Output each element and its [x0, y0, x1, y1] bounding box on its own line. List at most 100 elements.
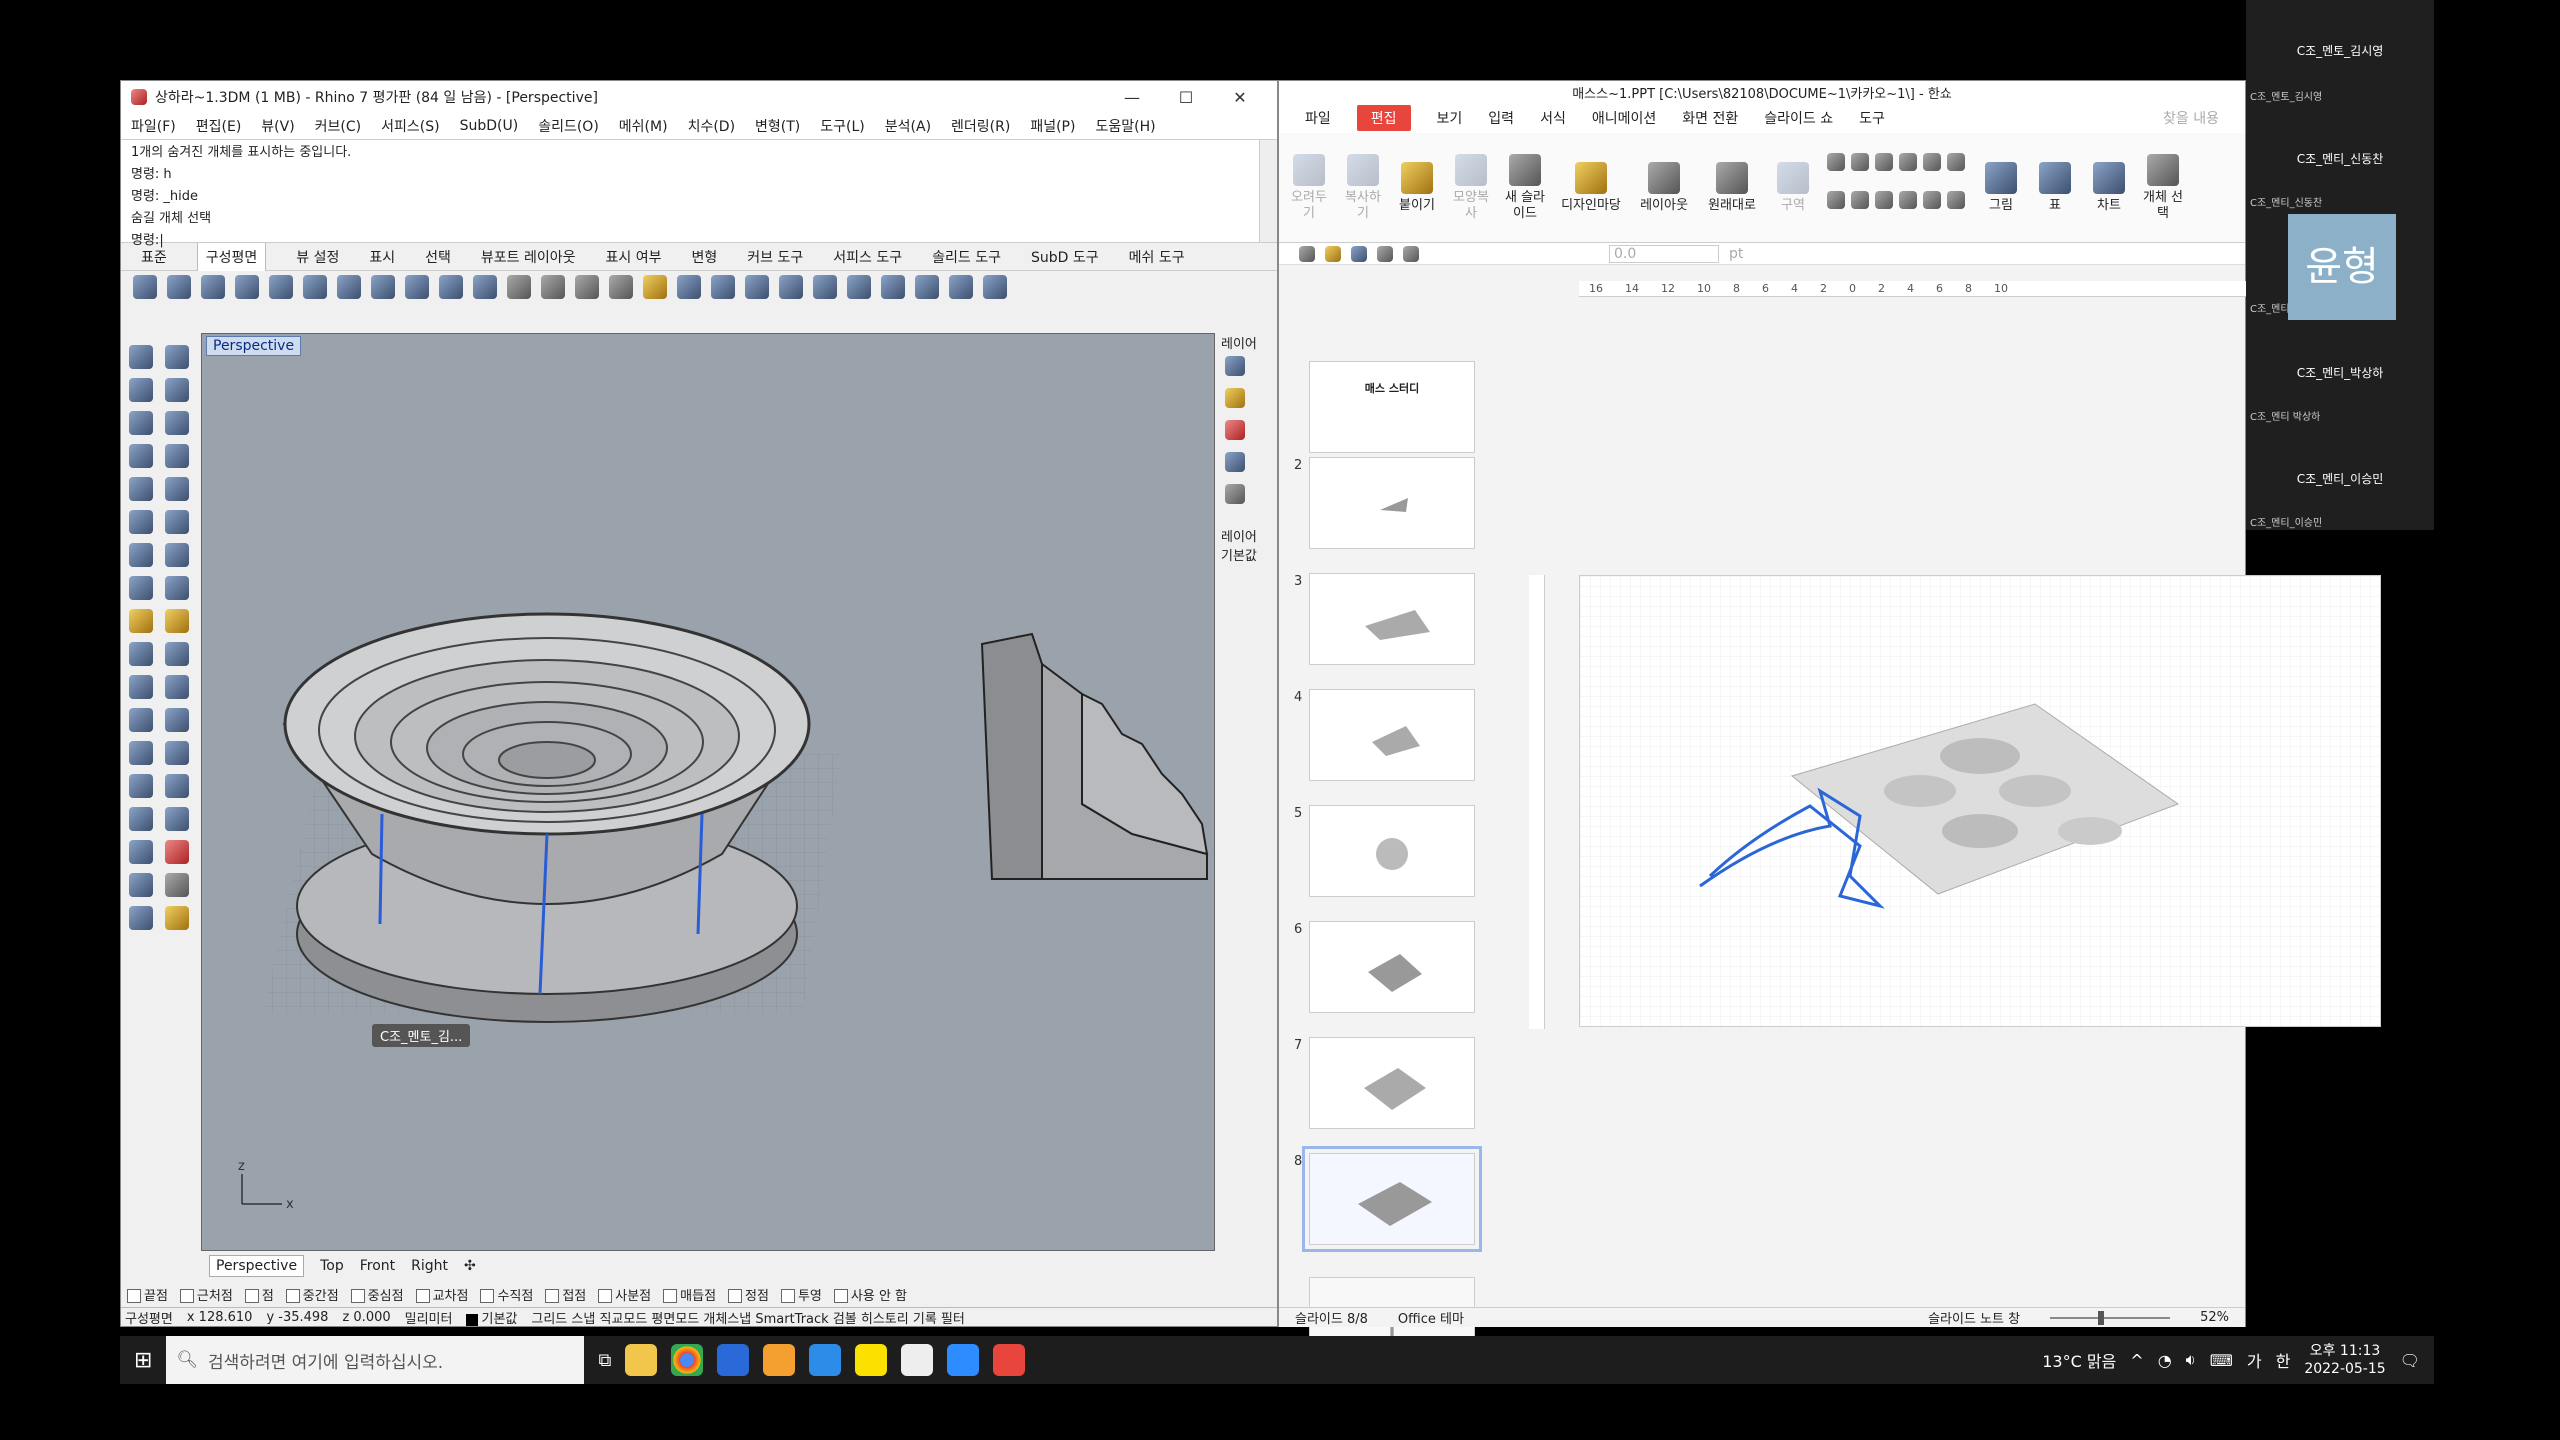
osnap-knot[interactable]: 매듭점 — [663, 1285, 716, 1304]
select-object-button[interactable]: 개체 선택 — [2143, 153, 2183, 222]
boolean-tool-icon[interactable] — [129, 609, 153, 633]
osnap-end[interactable]: 끝점 — [127, 1285, 168, 1304]
osnap-near[interactable]: 근처점 — [179, 1285, 233, 1304]
surface-tool-icon[interactable] — [165, 510, 189, 534]
hanshow-taskbar-icon[interactable] — [993, 1344, 1026, 1376]
file-explorer-icon[interactable] — [625, 1344, 658, 1376]
design-button[interactable]: 디자인마당 — [1559, 161, 1623, 214]
osnap-project[interactable]: 투영 — [780, 1285, 822, 1304]
line-tool-icon[interactable] — [129, 378, 153, 402]
join-tool-icon[interactable] — [165, 675, 189, 699]
vptab-top[interactable]: Top — [320, 1258, 344, 1274]
rhino-taskbar-icon[interactable] — [901, 1344, 934, 1376]
fillet-curve-icon[interactable] — [165, 708, 189, 732]
close-icon[interactable]: ✕ — [1213, 88, 1267, 107]
osnap-center[interactable]: 중심점 — [350, 1285, 404, 1304]
cplane-tool-icon[interactable] — [473, 275, 497, 299]
cplane-tool-icon[interactable] — [745, 275, 769, 299]
minimize-icon[interactable]: — — [1105, 88, 1159, 107]
osnap-mid[interactable]: 중간점 — [285, 1285, 339, 1304]
status-modes[interactable]: 그리드 스냅 직교모드 평면모드 개체스냅 SmartTrack 검볼 히스토리… — [531, 1308, 964, 1327]
avatar[interactable]: 윤형 — [2288, 214, 2396, 320]
offset-tool-icon[interactable] — [129, 708, 153, 732]
maximize-icon[interactable]: ☐ — [1159, 88, 1213, 107]
cplane-tool-icon[interactable] — [915, 275, 939, 299]
new-doc-icon[interactable] — [1299, 245, 1315, 262]
cplane-tool-icon[interactable] — [507, 275, 531, 299]
zoom-icon[interactable] — [947, 1344, 980, 1376]
cplane-tool-icon[interactable] — [779, 275, 803, 299]
vptab-perspective[interactable]: Perspective — [209, 1255, 305, 1277]
light-icon[interactable] — [1225, 452, 1245, 472]
menu-format[interactable]: 서식 — [1540, 108, 1566, 128]
mesh-tool-icon[interactable] — [165, 576, 189, 600]
font-size-input[interactable]: 0.0 — [1609, 244, 1719, 263]
shapes-gallery[interactable] — [1827, 152, 1967, 223]
chart-button[interactable]: 차트 — [2089, 161, 2129, 214]
new-slide-button[interactable]: 새 슬라이드 — [1505, 153, 1545, 222]
menu-edit[interactable]: 편집(E) — [196, 116, 242, 136]
table-button[interactable]: 표 — [2035, 161, 2075, 214]
cplane-tool-icon[interactable] — [337, 275, 361, 299]
add-tab-icon[interactable]: ✣ — [464, 1258, 476, 1274]
osnap-disable[interactable]: 사용 안 함 — [833, 1285, 907, 1304]
pattern-tool-icon[interactable] — [129, 840, 153, 864]
task-view-icon[interactable]: ⧉ — [598, 1350, 611, 1371]
menu-view[interactable]: 뷰(V) — [261, 116, 294, 136]
slide-thumb-1[interactable]: 매스 스터디 — [1309, 361, 1475, 453]
menu-animation[interactable]: 애니메이션 — [1592, 108, 1656, 128]
ime-mode[interactable]: 한 — [2276, 1348, 2291, 1372]
cplane-tool-icon[interactable] — [847, 275, 871, 299]
slide-thumb-6[interactable]: 6 — [1294, 921, 1475, 1013]
rectangle-tool-icon[interactable] — [165, 444, 189, 468]
cplane-tool-icon[interactable] — [167, 275, 191, 299]
cplane-tool-icon[interactable] — [439, 275, 463, 299]
material-icon[interactable] — [1225, 420, 1245, 440]
volume-icon[interactable]: 🔉︎ — [2186, 1350, 2196, 1370]
extrude-tool-icon[interactable] — [129, 576, 153, 600]
menu-help[interactable]: 도움말(H) — [1095, 116, 1155, 136]
save-icon[interactable] — [1351, 245, 1367, 262]
notification-icon[interactable]: 🗨︎ — [2400, 1351, 2420, 1370]
ellipse-tool-icon[interactable] — [129, 477, 153, 501]
taskbar-search[interactable]: 🔍︎ 검색하려면 여기에 입력하십시오. — [166, 1336, 585, 1384]
app-icon[interactable] — [763, 1344, 796, 1376]
cplane-tool-icon[interactable] — [541, 275, 565, 299]
check-icon[interactable] — [165, 873, 189, 897]
slide-thumb-8[interactable]: 8 — [1294, 1146, 1482, 1252]
cplane-tool-icon[interactable] — [609, 275, 633, 299]
notes-toggle[interactable]: 슬라이드 노트 창 — [1928, 1308, 2020, 1327]
perspective-viewport[interactable]: Perspective z x C조_멘토_김... — [201, 333, 1215, 1251]
cplane-tool-icon[interactable] — [405, 275, 429, 299]
trim-tool-icon[interactable] — [129, 642, 153, 666]
menu-edit[interactable]: 편집 — [1356, 105, 1411, 131]
move-tool-icon[interactable] — [165, 774, 189, 798]
menu-surface[interactable]: 서피스(S) — [381, 116, 439, 136]
array-tool-icon[interactable] — [129, 774, 153, 798]
ime-indicator[interactable]: 가 — [2247, 1348, 2262, 1372]
open-icon[interactable] — [1325, 245, 1341, 262]
polygon-tool-icon[interactable] — [129, 444, 153, 468]
app-icon[interactable] — [809, 1344, 842, 1376]
cplane-tool-icon[interactable] — [949, 275, 973, 299]
select-tool-icon[interactable] — [129, 345, 153, 369]
osnap-vertex[interactable]: 정점 — [728, 1285, 769, 1304]
paint-tool-icon[interactable] — [165, 906, 189, 930]
menu-analyze[interactable]: 분석(A) — [885, 116, 931, 136]
command-input[interactable]: 명령:| — [131, 230, 1267, 252]
menu-dimension[interactable]: 치수(D) — [688, 116, 735, 136]
camera-tool-icon[interactable] — [129, 906, 153, 930]
windows-start-icon[interactable]: ⊞ — [134, 1348, 152, 1373]
cplane-tool-icon[interactable] — [235, 275, 259, 299]
slide-thumb-3[interactable]: 3 — [1294, 573, 1475, 665]
menu-subd[interactable]: SubD(U) — [460, 118, 519, 134]
slide-thumb-4[interactable]: 4 — [1294, 689, 1475, 781]
menu-tools[interactable]: 도구 — [1859, 108, 1885, 128]
analyze-tool-icon[interactable] — [165, 840, 189, 864]
grid-tool-icon[interactable] — [165, 807, 189, 831]
network-icon[interactable]: ◔ — [2158, 1351, 2172, 1370]
menu-tools[interactable]: 도구(L) — [820, 116, 864, 136]
menu-view[interactable]: 보기 — [1437, 108, 1463, 128]
cplane-tool-icon[interactable] — [201, 275, 225, 299]
osnap-point[interactable]: 점 — [244, 1285, 274, 1304]
